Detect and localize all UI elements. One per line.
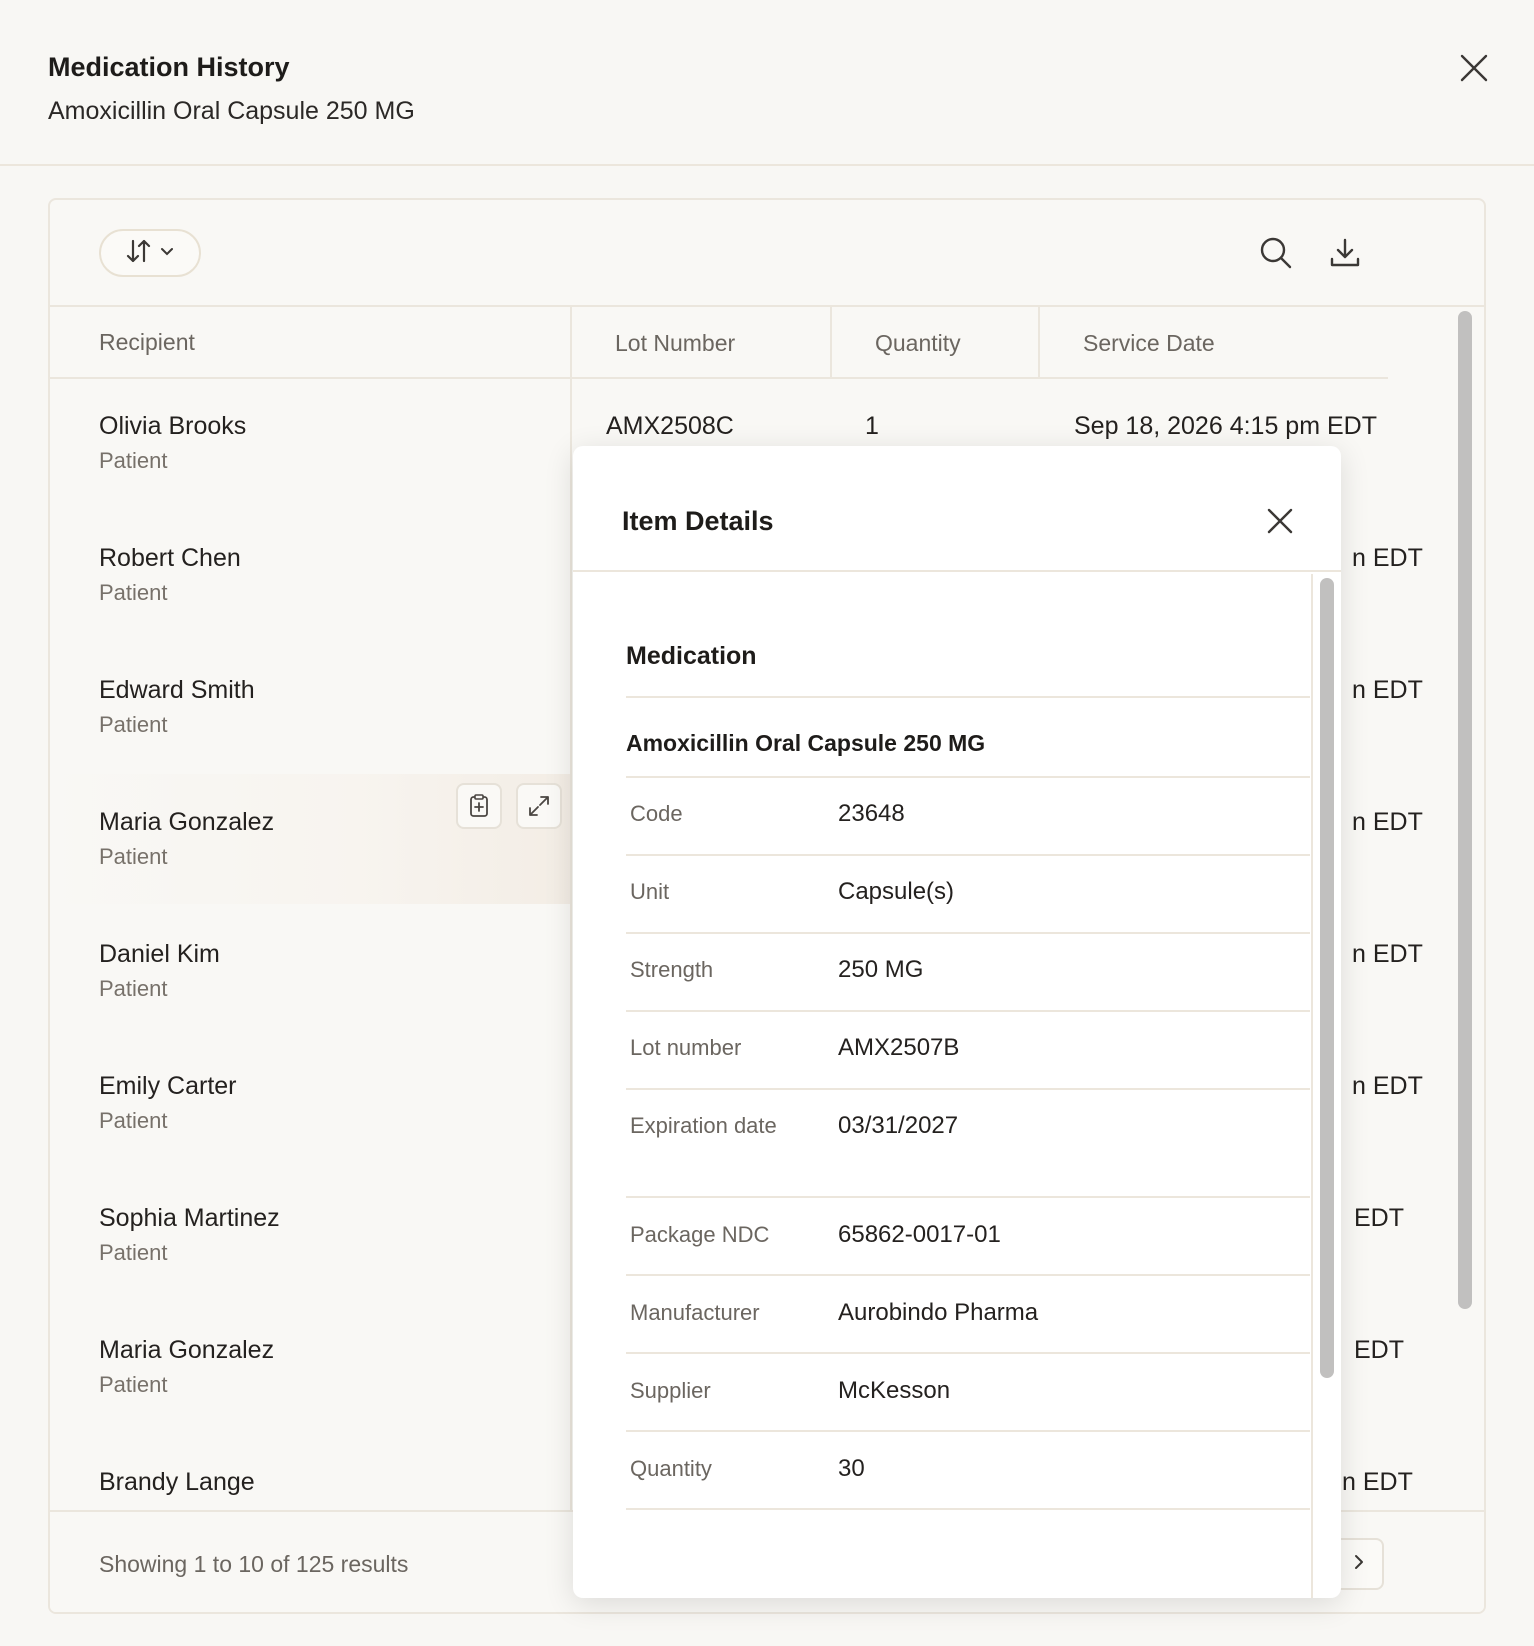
- recipient-role: Patient: [99, 976, 168, 1001]
- medication-name: Amoxicillin Oral Capsule 250 MG: [626, 730, 986, 756]
- field-label: Lot number: [630, 1035, 742, 1060]
- recipient-name: Sophia Martinez: [99, 1204, 280, 1232]
- modal-title: Item Details: [622, 506, 774, 536]
- column-label: Recipient: [99, 328, 195, 355]
- column-divider: [1038, 307, 1040, 379]
- field-value: 03/31/2027: [838, 1112, 959, 1139]
- recipient-role: Patient: [99, 844, 168, 869]
- modal-body: Medication Amoxicillin Oral Capsule 250 …: [573, 574, 1311, 1598]
- field-value: McKesson: [838, 1377, 951, 1404]
- service-date: n EDT: [1352, 544, 1423, 572]
- field-value: 30: [838, 1455, 865, 1482]
- divider: [626, 1430, 1310, 1432]
- expand-icon[interactable]: [516, 783, 562, 829]
- column-label: Lot Number: [615, 329, 736, 356]
- divider: [626, 1352, 1310, 1354]
- field-value: Aurobindo Pharma: [838, 1299, 1039, 1326]
- modal-scroll-track-border: [1311, 574, 1313, 1598]
- field-label: Strength: [630, 957, 714, 982]
- column-label: Quantity: [875, 329, 961, 356]
- field-value: 65862-0017-01: [838, 1221, 1001, 1248]
- field-label: Quantity: [630, 1456, 712, 1481]
- service-date: Sep 18, 2026 4:15 pm EDT: [1074, 412, 1377, 440]
- recipient-name: Brandy Lange: [99, 1468, 255, 1496]
- divider: [626, 776, 1310, 778]
- sort-icon: [125, 237, 153, 270]
- recipient-name: Robert Chen: [99, 544, 241, 572]
- modal-header: Item Details: [573, 446, 1341, 572]
- page-title: Medication History: [48, 52, 290, 82]
- section-title: Medication: [626, 642, 757, 670]
- chevron-down-icon: [159, 243, 175, 264]
- field-label: Supplier: [630, 1378, 711, 1403]
- clipboard-medical-icon[interactable]: [456, 783, 502, 829]
- divider: [626, 932, 1310, 934]
- quantity: 1: [865, 412, 879, 440]
- recipient-role: Patient: [99, 1108, 168, 1133]
- field-value: AMX2507B: [838, 1034, 960, 1061]
- divider: [626, 854, 1310, 856]
- modal-scrollbar[interactable]: [1320, 578, 1334, 1378]
- column-label: Service Date: [1083, 329, 1215, 356]
- close-icon[interactable]: [1265, 506, 1295, 536]
- recipient-name: Olivia Brooks: [99, 412, 247, 440]
- recipient-role: Patient: [99, 580, 168, 605]
- recipient-role: Patient: [99, 712, 168, 737]
- sort-button[interactable]: [99, 229, 201, 277]
- table-scrollbar[interactable]: [1458, 311, 1472, 1309]
- service-date: EDT: [1354, 1336, 1404, 1364]
- field-label: Manufacturer: [630, 1300, 760, 1325]
- service-date: n EDT: [1352, 940, 1423, 968]
- recipient-name: Maria Gonzalez: [99, 808, 275, 836]
- divider: [626, 1196, 1310, 1198]
- service-date: n EDT: [1342, 1468, 1413, 1496]
- table-toolbar: [50, 200, 1484, 307]
- field-value: 23648: [838, 800, 905, 827]
- divider: [626, 1508, 1310, 1510]
- divider: [626, 1274, 1310, 1276]
- column-header-lot-number[interactable]: Lot Number: [580, 307, 840, 379]
- recipient-role: Patient: [99, 448, 168, 473]
- close-icon[interactable]: [1458, 52, 1490, 84]
- column-header-quantity[interactable]: Quantity: [840, 307, 1048, 379]
- results-summary: Showing 1 to 10 of 125 results: [99, 1551, 409, 1577]
- service-date: EDT: [1354, 1204, 1404, 1232]
- service-date: n EDT: [1352, 676, 1423, 704]
- divider: [626, 1010, 1310, 1012]
- field-value: Capsule(s): [838, 878, 955, 905]
- service-date: n EDT: [1352, 1072, 1423, 1100]
- pagination-next-button[interactable]: [1334, 1538, 1384, 1590]
- divider: [626, 696, 1310, 698]
- service-date: n EDT: [1352, 808, 1423, 836]
- recipient-role: Patient: [99, 1372, 168, 1397]
- column-divider: [570, 307, 572, 1510]
- column-header-service-date[interactable]: Service Date: [1048, 307, 1388, 379]
- recipient-name: Emily Carter: [99, 1072, 237, 1100]
- chevron-right-icon: [1350, 1553, 1368, 1576]
- field-value: 250 MG: [838, 956, 924, 983]
- page-subtitle: Amoxicillin Oral Capsule 250 MG: [48, 97, 415, 125]
- download-icon[interactable]: [1327, 235, 1363, 271]
- divider: [626, 1088, 1310, 1090]
- field-label: Code: [630, 801, 683, 826]
- lot-number: AMX2508C: [606, 412, 734, 440]
- recipient-role: Patient: [99, 1240, 168, 1265]
- field-label: Package NDC: [630, 1222, 770, 1247]
- field-label: Expiration date: [630, 1113, 777, 1138]
- recipient-name: Daniel Kim: [99, 940, 220, 968]
- recipient-name: Maria Gonzalez: [99, 1336, 275, 1364]
- column-divider: [830, 307, 832, 379]
- search-icon[interactable]: [1258, 235, 1294, 271]
- dialog-header: Medication History Amoxicillin Oral Caps…: [0, 0, 1534, 166]
- recipient-name: Edward Smith: [99, 676, 255, 704]
- item-details-modal: Item Details Medication Amoxicillin Oral…: [573, 446, 1341, 1598]
- field-label: Unit: [630, 879, 670, 904]
